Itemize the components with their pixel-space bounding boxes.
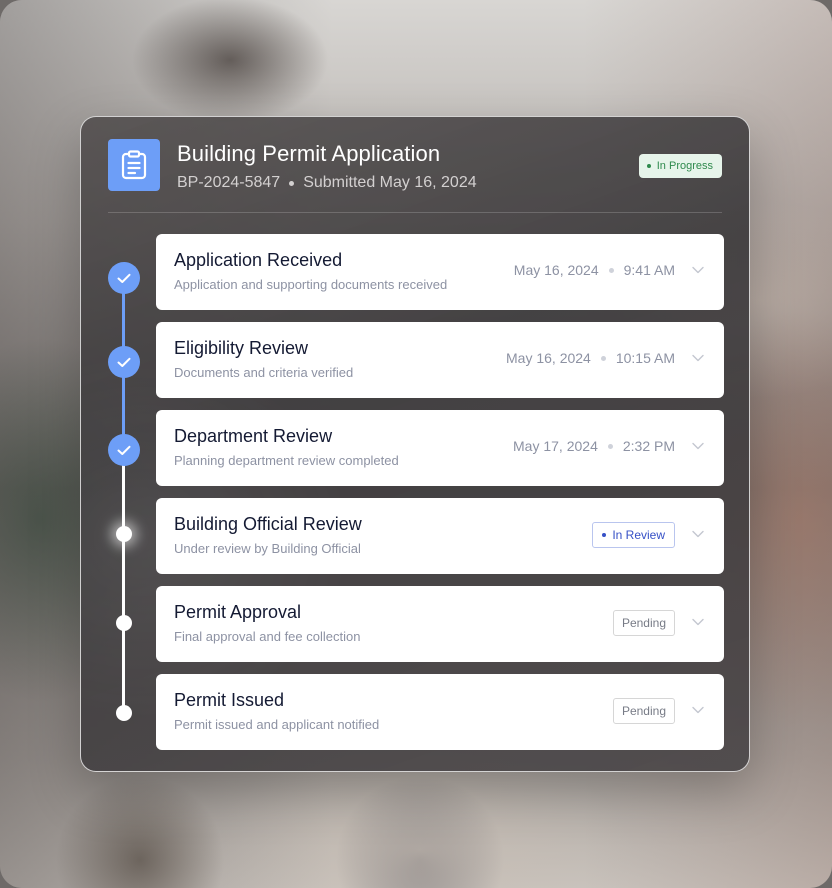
step-completed-check-icon — [108, 262, 140, 294]
step-date: May 17, 2024 — [513, 438, 598, 454]
step-pending-dot — [116, 705, 132, 721]
step-title: Permit Issued — [174, 690, 285, 710]
step-timestamp: May 17, 2024 2:32 PM — [513, 438, 675, 454]
step-title: Application Received — [174, 250, 343, 270]
chevron-down-icon[interactable] — [692, 530, 704, 538]
step-department-review[interactable]: Department Review Planning department re… — [156, 410, 724, 486]
step-timestamp: May 16, 2024 9:41 AM — [514, 262, 675, 278]
chevron-down-icon[interactable] — [692, 618, 704, 626]
application-meta: BP-2024-5847 Submitted May 16, 2024 — [177, 174, 477, 192]
step-pending-dot — [116, 615, 132, 631]
header-divider — [108, 212, 722, 213]
status-badge: In Progress — [638, 154, 722, 178]
separator-dot — [600, 355, 606, 361]
separator-dot — [607, 443, 613, 449]
timeline-rail-pending — [122, 454, 125, 713]
step-time: 2:32 PM — [622, 438, 675, 454]
chevron-down-icon[interactable] — [692, 442, 704, 450]
step-status-badge: In Review — [592, 522, 675, 548]
step-title: Eligibility Review — [174, 338, 309, 358]
step-description: Final approval and fee collection — [174, 629, 361, 644]
step-timestamp: May 16, 2024 10:15 AM — [506, 350, 675, 366]
status-dot-icon — [602, 533, 607, 537]
step-status-label: In Review — [612, 528, 665, 542]
step-title: Building Official Review — [174, 514, 362, 534]
card-header: Building Permit Application BP-2024-5847… — [108, 139, 722, 213]
step-description: Under review by Building Official — [174, 541, 361, 556]
clipboard-icon — [108, 139, 160, 191]
step-title: Permit Approval — [174, 602, 302, 622]
status-dot-icon — [646, 164, 651, 168]
step-description: Permit issued and applicant notified — [174, 717, 380, 732]
step-date: May 16, 2024 — [506, 350, 591, 366]
step-description: Application and supporting documents rec… — [174, 277, 448, 292]
step-building-official-review[interactable]: Building Official Review Under review by… — [156, 498, 724, 574]
step-description: Documents and criteria verified — [174, 365, 354, 380]
separator-dot — [608, 267, 614, 273]
step-status-label: Pending — [621, 616, 666, 630]
chevron-down-icon[interactable] — [692, 266, 704, 274]
step-time: 10:15 AM — [615, 350, 675, 366]
permit-id: BP-2024-5847 — [177, 174, 281, 191]
step-completed-check-icon — [108, 434, 140, 466]
step-time: 9:41 AM — [623, 262, 675, 278]
step-completed-check-icon — [108, 346, 140, 378]
chevron-down-icon[interactable] — [692, 706, 704, 714]
status-badge-label: In Progress — [656, 160, 713, 172]
step-status-badge: Pending — [612, 698, 675, 724]
permit-status-card: Building Permit Application BP-2024-5847… — [80, 116, 750, 772]
separator-dot — [289, 180, 295, 186]
step-eligibility-review[interactable]: Eligibility Review Documents and criteri… — [156, 322, 724, 398]
step-permit-approval[interactable]: Permit Approval Final approval and fee c… — [156, 586, 724, 662]
step-status-badge: Pending — [612, 610, 675, 636]
chevron-down-icon[interactable] — [692, 354, 704, 362]
step-current-dot — [116, 526, 132, 542]
step-status-label: Pending — [621, 704, 666, 718]
step-application-received[interactable]: Application Received Application and sup… — [156, 234, 724, 310]
page-title: Building Permit Application — [177, 141, 441, 166]
step-title: Department Review — [174, 426, 333, 446]
step-permit-issued[interactable]: Permit Issued Permit issued and applican… — [156, 674, 724, 750]
step-description: Planning department review completed — [174, 453, 399, 468]
step-date: May 16, 2024 — [513, 262, 599, 278]
submitted-date: Submitted May 16, 2024 — [303, 174, 477, 191]
